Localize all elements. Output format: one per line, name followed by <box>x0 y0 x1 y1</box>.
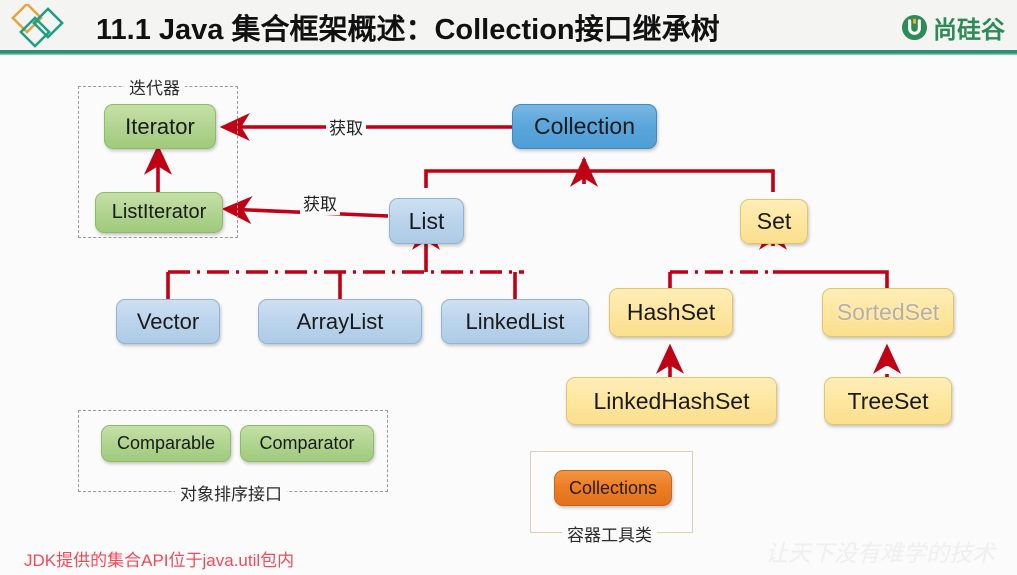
node-sortedset[interactable]: SortedSet <box>822 288 954 337</box>
footer-note: JDK提供的集合API位于java.util包内 <box>24 551 295 570</box>
node-label: Vector <box>136 308 200 334</box>
node-treeset[interactable]: TreeSet <box>824 377 952 425</box>
node-label: LinkedList <box>465 308 565 334</box>
edge-label-collection-to-iterator: 获取 <box>326 114 366 139</box>
node-label: Set <box>756 208 792 234</box>
node-set[interactable]: Set <box>740 199 808 244</box>
node-label: Collection <box>534 113 635 139</box>
node-label: ArrayList <box>296 308 384 334</box>
iterator-group-label: 迭代器 <box>124 74 185 99</box>
brand-name: 尚硅谷 <box>933 15 1005 44</box>
page-title: 11.1 Java 集合框架概述：Collection接口继承树 <box>96 14 720 46</box>
circle-u-logo-icon <box>901 14 928 40</box>
tools-group-label: 容器工具类 <box>562 521 657 546</box>
node-label: List <box>408 207 445 234</box>
node-collection[interactable]: Collection <box>512 104 657 149</box>
header-divider <box>0 50 1017 55</box>
node-label: Collections <box>568 477 658 498</box>
node-label: ListIterator <box>111 201 207 223</box>
three-diamonds-logo-icon <box>11 4 64 48</box>
node-label: Comparable <box>116 433 216 453</box>
slide-header: 11.1 Java 集合框架概述：Collection接口继承树 尚硅谷 <box>0 0 1017 56</box>
node-arraylist[interactable]: ArrayList <box>258 299 422 344</box>
node-comparator[interactable]: Comparator <box>240 425 374 462</box>
node-list-iterator[interactable]: ListIterator <box>95 192 223 233</box>
node-label: TreeSet <box>847 387 929 414</box>
node-label: HashSet <box>626 299 716 325</box>
edge-label-list-to-listiterator: 获取 <box>300 190 340 215</box>
node-comparable[interactable]: Comparable <box>101 425 231 462</box>
node-iterator[interactable]: Iterator <box>104 104 216 149</box>
sorting-group-label: 对象排序接口 <box>175 480 287 505</box>
node-label: Iterator <box>125 113 195 139</box>
node-hashset[interactable]: HashSet <box>609 288 733 337</box>
node-vector[interactable]: Vector <box>116 299 220 344</box>
node-label: Comparator <box>259 433 355 453</box>
diagram-canvas: 迭代器 对象排序接口 容器工具类 获取 获取 Iterator ListIter… <box>0 56 1017 575</box>
node-label: LinkedHashSet <box>593 387 750 414</box>
node-linkedhashset[interactable]: LinkedHashSet <box>566 377 777 425</box>
node-linkedlist[interactable]: LinkedList <box>441 299 589 344</box>
watermark-text: 让天下没有难学的技术 <box>765 541 995 567</box>
node-collections[interactable]: Collections <box>554 470 672 506</box>
node-list[interactable]: List <box>389 198 464 244</box>
node-label: SortedSet <box>836 299 940 325</box>
brand-logo: 尚硅谷 <box>901 8 1005 46</box>
